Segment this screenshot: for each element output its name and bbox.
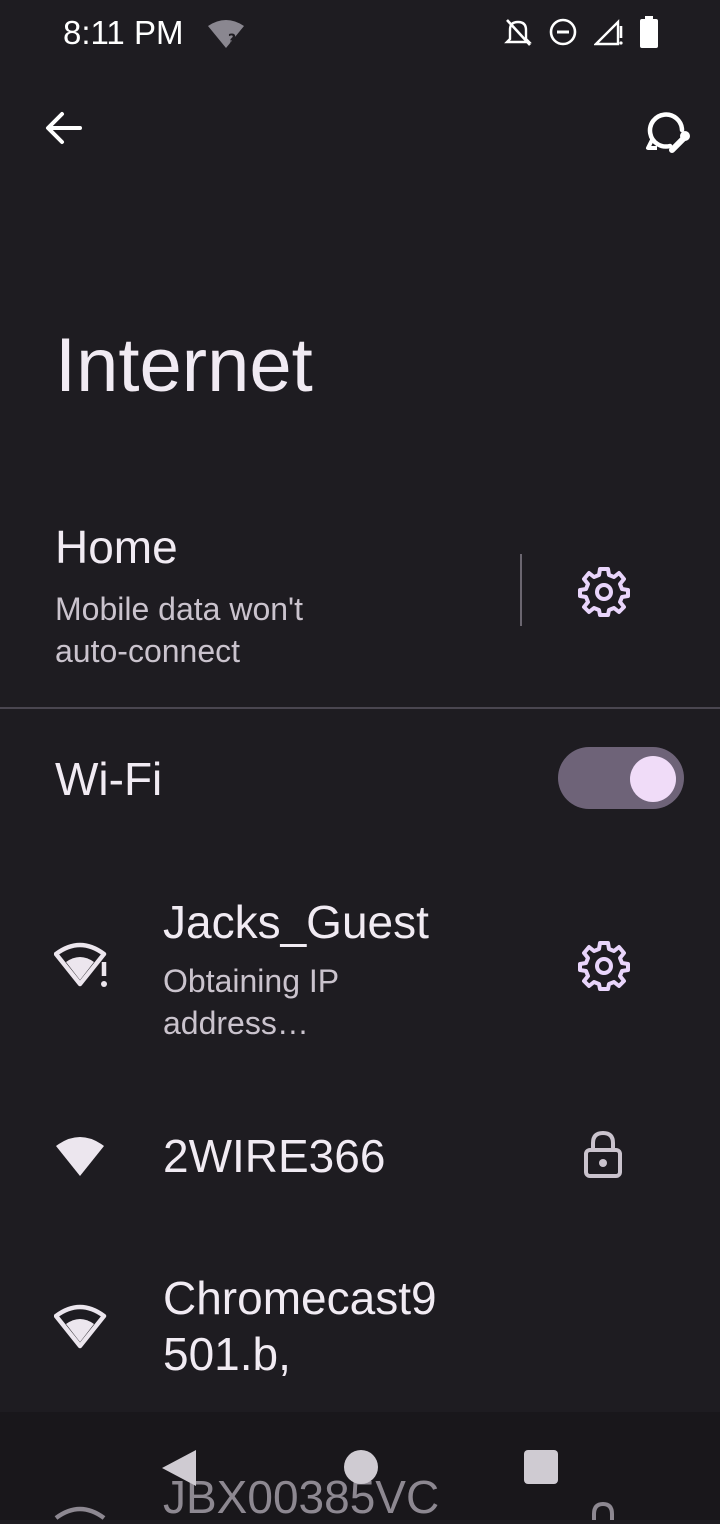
nav-recents-icon[interactable] bbox=[524, 1450, 558, 1484]
status-time: 8:11 PM bbox=[63, 14, 184, 51]
wifi-unknown-icon: ? bbox=[208, 20, 244, 48]
wifi-label: Wi-Fi bbox=[55, 753, 163, 805]
mobile-network-status-line2: auto-connect bbox=[55, 633, 241, 669]
network-repair-icon[interactable] bbox=[640, 104, 694, 158]
mobile-network-status: Mobile data won't auto-connect bbox=[55, 588, 475, 672]
section-divider bbox=[0, 707, 720, 709]
arrow-back-icon[interactable] bbox=[40, 104, 88, 152]
wifi-full-icon bbox=[54, 1506, 106, 1520]
network-name-line1: Chromecast9 bbox=[163, 1272, 437, 1324]
network-name: JBX00385VC bbox=[163, 1471, 440, 1523]
row-divider bbox=[520, 554, 522, 626]
network-name[interactable]: Chromecast9 501.b, bbox=[163, 1270, 437, 1382]
svg-text:?: ? bbox=[228, 32, 236, 48]
gear-icon[interactable] bbox=[578, 940, 630, 992]
network-name[interactable]: 2WIRE366 bbox=[163, 1128, 385, 1184]
nav-home-icon[interactable] bbox=[344, 1450, 378, 1484]
network-name-line2: 501.b, bbox=[163, 1328, 291, 1380]
mobile-network-status-line1: Mobile data won't bbox=[55, 591, 304, 627]
network-status: Obtaining IP address… bbox=[163, 960, 339, 1044]
wifi-full-icon bbox=[54, 1304, 107, 1349]
wifi-alert-icon bbox=[54, 942, 107, 987]
notifications-off-icon bbox=[504, 19, 532, 46]
wifi-toggle-thumb[interactable] bbox=[630, 756, 676, 802]
wifi-full-icon bbox=[56, 1137, 104, 1176]
do-not-disturb-icon bbox=[549, 18, 577, 46]
cellular-no-data-icon bbox=[594, 19, 623, 46]
gear-icon[interactable] bbox=[578, 566, 630, 618]
page-title: Internet bbox=[55, 323, 313, 408]
network-status-line2: address… bbox=[163, 1005, 309, 1041]
network-name[interactable]: Jacks_Guest bbox=[163, 894, 429, 950]
nav-back-icon[interactable] bbox=[160, 1448, 198, 1488]
status-icons bbox=[504, 16, 658, 48]
lock-icon bbox=[592, 1501, 614, 1520]
battery-icon bbox=[640, 16, 658, 48]
network-status-line1: Obtaining IP bbox=[163, 963, 340, 999]
lock-icon bbox=[584, 1130, 622, 1178]
mobile-network-name: Home bbox=[55, 521, 178, 573]
